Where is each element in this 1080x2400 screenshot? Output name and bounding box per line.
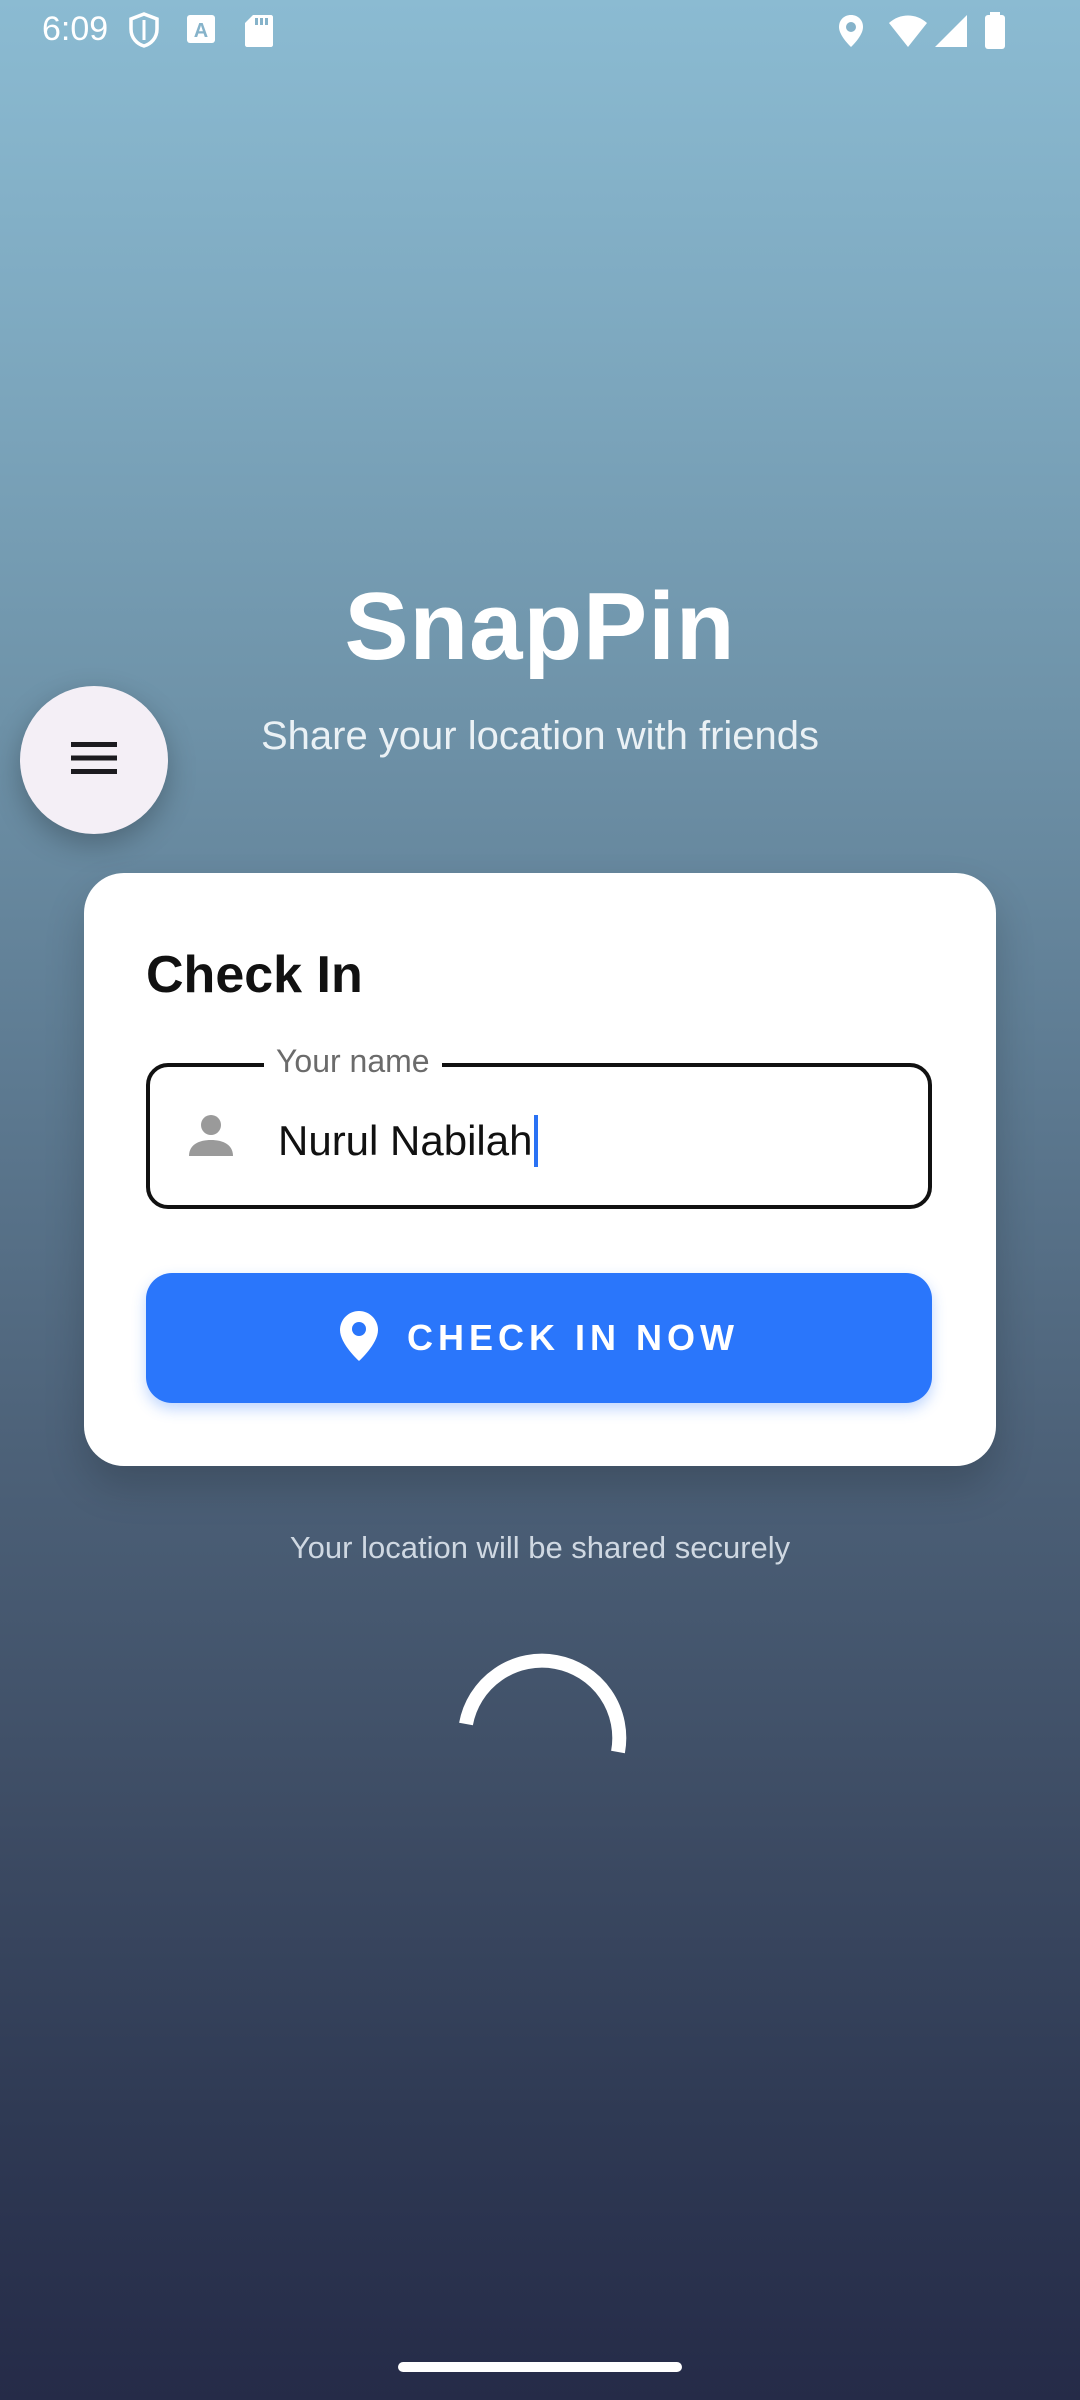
status-bar: 6:09 A xyxy=(0,0,1080,64)
svg-text:A: A xyxy=(194,20,208,42)
name-field-value: Nurul Nabilah xyxy=(278,1117,533,1164)
status-time: 6:09 xyxy=(42,10,109,48)
app-title: SnapPin xyxy=(344,573,736,680)
text-caret xyxy=(534,1115,539,1167)
text-a-icon: A xyxy=(186,14,216,49)
loading-spinner-icon xyxy=(452,1650,632,1785)
card-title: Check In xyxy=(146,946,363,1004)
wifi-icon xyxy=(888,14,928,53)
check-in-button-label: CHECK IN NOW xyxy=(407,1317,739,1358)
location-icon xyxy=(838,14,864,53)
menu-button[interactable] xyxy=(20,686,168,834)
sd-card-icon xyxy=(244,14,274,53)
check-in-card: Check In Your name Nurul Nabilah CHECK I… xyxy=(84,873,996,1466)
name-input[interactable]: Your name Nurul Nabilah xyxy=(146,1043,932,1209)
name-field-label: Your name xyxy=(264,1043,442,1080)
secure-note: Your location will be shared securely xyxy=(289,1530,791,1565)
check-in-button[interactable]: CHECK IN NOW xyxy=(146,1273,932,1403)
person-icon xyxy=(186,1110,236,1165)
battery-icon xyxy=(984,12,1006,55)
home-indicator[interactable] xyxy=(398,2362,682,2372)
menu-icon xyxy=(69,740,119,781)
location-pin-icon xyxy=(339,1310,379,1367)
shield-icon xyxy=(128,12,160,53)
signal-icon xyxy=(934,14,968,53)
